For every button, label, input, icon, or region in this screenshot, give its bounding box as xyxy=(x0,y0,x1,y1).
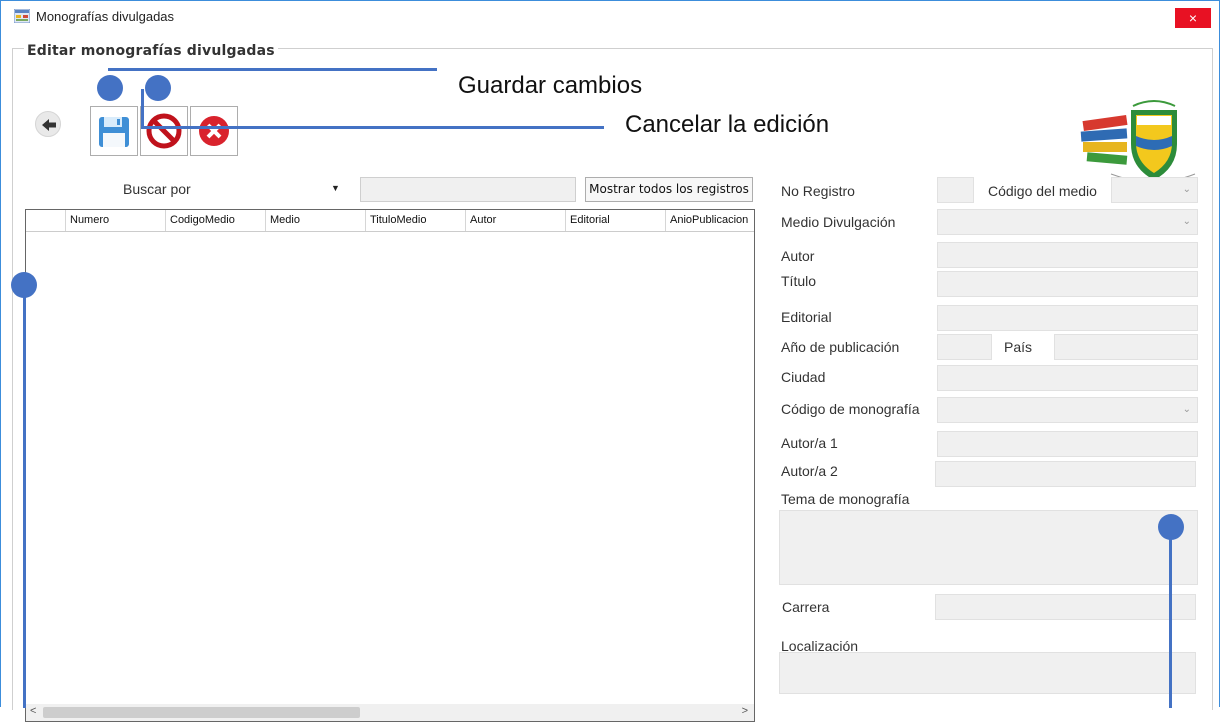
chevron-down-icon: ▼ xyxy=(331,183,340,193)
callout-line-form xyxy=(1169,527,1172,708)
pais-field[interactable] xyxy=(1054,334,1198,360)
no-registro-label: No Registro xyxy=(781,183,855,199)
editorial-field[interactable] xyxy=(937,305,1198,331)
tema-monografia-label: Tema de monografía xyxy=(781,491,910,507)
callout-cancelar-edicion: Cancelar la edición xyxy=(625,111,830,138)
group-title: Editar monografías divulgadas xyxy=(24,43,278,59)
cancel-edit-button[interactable] xyxy=(140,106,188,156)
show-all-records-button[interactable]: Mostrar todos los registros xyxy=(585,177,753,202)
autor1-label: Autor/a 1 xyxy=(781,435,838,451)
localizacion-textarea[interactable] xyxy=(779,652,1196,694)
grid-row-header-corner xyxy=(26,210,66,231)
codigo-medio-label: Código del medio xyxy=(988,183,1097,199)
tema-monografia-textarea[interactable] xyxy=(779,510,1198,585)
codigo-monografia-label: Código de monografía xyxy=(781,401,920,417)
callout-dot-cancel xyxy=(145,75,171,101)
back-button[interactable] xyxy=(35,111,61,137)
autor2-label: Autor/a 2 xyxy=(781,463,838,479)
anio-publicacion-label: Año de publicación xyxy=(781,339,900,355)
medio-divulgacion-combo[interactable]: ⌄ xyxy=(937,209,1198,235)
arrow-left-icon xyxy=(42,119,56,131)
column-header[interactable]: Medio xyxy=(266,210,366,231)
title-bar: Monografías divulgadas × xyxy=(1,1,1219,31)
callout-guardar-cambios: Guardar cambios xyxy=(458,72,643,99)
pais-label: País xyxy=(1004,339,1033,355)
titulo-field[interactable] xyxy=(937,271,1198,297)
window-close-button[interactable]: × xyxy=(1175,8,1211,28)
column-header[interactable]: TituloMedio xyxy=(366,210,466,231)
autor-field[interactable] xyxy=(937,242,1198,268)
callout-line-cancel xyxy=(141,126,604,129)
anio-publicacion-field[interactable] xyxy=(937,334,992,360)
chevron-down-icon: ⌄ xyxy=(1182,216,1191,227)
carrera-field[interactable] xyxy=(935,594,1196,620)
callout-dot-save xyxy=(97,75,123,101)
ciudad-field[interactable] xyxy=(937,365,1198,391)
autor2-field[interactable] xyxy=(935,461,1196,487)
column-header[interactable]: Autor xyxy=(466,210,566,231)
column-header[interactable]: AnioPublicacion xyxy=(666,210,754,231)
carrera-label: Carrera xyxy=(782,599,830,615)
save-button[interactable] xyxy=(90,106,138,156)
callout-line-grid xyxy=(23,285,26,708)
column-header[interactable]: Editorial xyxy=(566,210,666,231)
ciudad-label: Ciudad xyxy=(781,369,826,385)
search-input[interactable] xyxy=(360,177,576,202)
records-grid[interactable]: Numero CodigoMedio Medio TituloMedio Aut… xyxy=(25,209,755,722)
form-icon xyxy=(14,9,30,23)
callout-line-save xyxy=(108,68,437,71)
column-header[interactable]: CodigoMedio xyxy=(166,210,266,231)
grid-header: Numero CodigoMedio Medio TituloMedio Aut… xyxy=(26,210,754,232)
floppy-disk-icon xyxy=(99,117,129,147)
search-by-combo[interactable]: ▼ xyxy=(206,177,346,202)
editorial-label: Editorial xyxy=(781,309,832,325)
callout-line-cancel-vertical xyxy=(141,89,144,129)
close-form-button[interactable] xyxy=(190,106,238,156)
search-by-label: Buscar por xyxy=(123,181,191,197)
no-registro-field[interactable] xyxy=(937,177,974,203)
chevron-down-icon: ⌄ xyxy=(1182,184,1191,195)
autor-label: Autor xyxy=(781,248,815,264)
chevron-down-icon: ⌄ xyxy=(1182,404,1191,415)
medio-divulgacion-label: Medio Divulgación xyxy=(781,214,896,230)
titulo-label: Título xyxy=(781,273,817,289)
uraccan-logo xyxy=(1080,100,1196,183)
client-area: Editar monografías divulgadas Buscar por… xyxy=(1,31,1219,722)
codigo-medio-combo[interactable]: ⌄ xyxy=(1111,177,1198,203)
autor1-field[interactable] xyxy=(937,431,1198,457)
prohibited-icon xyxy=(146,113,182,149)
codigo-monografia-combo[interactable]: ⌄ xyxy=(937,397,1198,423)
app-window: Monografías divulgadas × Editar monograf… xyxy=(0,0,1220,722)
scroll-thumb[interactable] xyxy=(43,707,360,718)
red-x-circle-icon xyxy=(199,116,229,146)
column-header[interactable]: Numero xyxy=(66,210,166,231)
window-title: Monografías divulgadas xyxy=(36,9,175,24)
